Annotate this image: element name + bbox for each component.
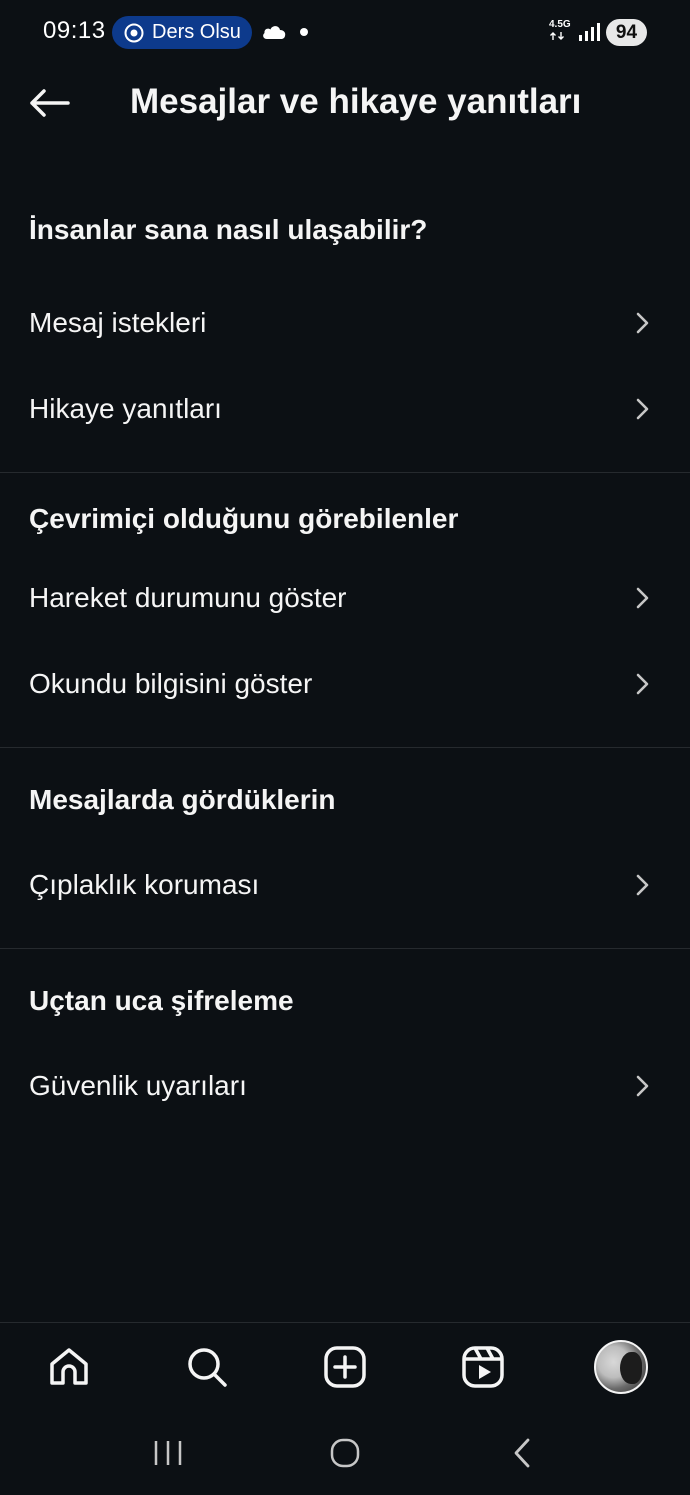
row-activity-status[interactable]: Hareket durumunu göster [0,555,690,641]
network-label: 4.5G [549,19,571,30]
row-read-receipts[interactable]: Okundu bilgisini göster [0,641,690,727]
home-icon [50,1347,88,1385]
chevron-right-icon [632,587,652,609]
row-label: Hareket durumunu göster [29,582,347,613]
cloud-icon [261,22,287,40]
section-online: Çevrimiçi olduğunu görebilenler Hareket … [0,483,690,748]
nav-profile[interactable] [591,1337,651,1397]
divider [0,747,690,748]
network-type: 4.5G [549,20,571,41]
section-heading: Uçtan uca şifreleme [29,985,294,1016]
signal-icon [578,22,600,42]
row-security-alerts[interactable]: Güvenlik uyarıları [0,1043,690,1129]
arrow-left-icon [30,89,70,117]
row-label: Hikaye yanıtları [29,393,222,424]
bottom-nav [0,1322,690,1410]
status-bar: 09:13 Ders Olsu 4.5G 94 [0,0,690,66]
section-heading: Çevrimiçi olduğunu görebilenler [29,503,459,534]
chevron-right-icon [632,874,652,896]
divider [0,948,690,949]
status-time: 09:13 [43,17,106,44]
row-message-requests[interactable]: Mesaj istekleri [0,280,690,366]
back-system-button[interactable] [492,1428,552,1478]
section-reach: İnsanlar sana nasıl ulaşabilir? Mesaj is… [0,180,690,473]
divider [0,472,690,473]
media-pill[interactable]: Ders Olsu [112,16,252,49]
nav-search[interactable] [177,1337,237,1397]
create-post-icon [324,1345,366,1388]
section-heading: İnsanlar sana nasıl ulaşabilir? [29,214,428,245]
row-nudity-protection[interactable]: Çıplaklık koruması [0,842,690,928]
nav-reels[interactable] [453,1337,513,1397]
row-label: Çıplaklık koruması [29,869,260,900]
header: Mesajlar ve hikaye yanıtları [0,66,690,138]
chevron-right-icon [632,312,652,334]
row-label: Güvenlik uyarıları [29,1070,247,1101]
system-nav [0,1410,690,1495]
search-icon [188,1347,227,1387]
back-button[interactable] [24,80,74,126]
notification-dot-icon [300,28,308,36]
play-circle-icon [124,23,144,43]
home-circle-icon [330,1438,360,1467]
recent-apps-button[interactable] [138,1428,198,1478]
row-label: Okundu bilgisini göster [29,668,313,699]
home-system-button[interactable] [315,1428,375,1478]
settings-list: İnsanlar sana nasıl ulaşabilir? Mesaj is… [0,180,690,1129]
row-label: Mesaj istekleri [29,307,207,338]
pill-text: Ders Olsu [152,21,241,43]
row-story-replies[interactable]: Hikaye yanıtları [0,366,690,452]
nav-home[interactable] [39,1337,99,1397]
page-title: Mesajlar ve hikaye yanıtları [130,82,582,121]
back-chevron-icon [514,1438,530,1467]
chevron-right-icon [632,398,652,420]
reels-icon [462,1345,504,1388]
section-what-you-see: Mesajlarda gördüklerin Çıplaklık korumas… [0,758,690,949]
profile-avatar [594,1339,648,1394]
data-arrows-icon [550,32,564,40]
battery-level: 94 [606,19,647,46]
section-encryption: Uçtan uca şifreleme Güvenlik uyarıları [0,959,690,1129]
chevron-right-icon [632,673,652,695]
recent-apps-icon [155,1440,182,1465]
section-heading: Mesajlarda gördüklerin [29,784,336,815]
chevron-right-icon [632,1075,652,1097]
nav-create[interactable] [315,1337,375,1397]
